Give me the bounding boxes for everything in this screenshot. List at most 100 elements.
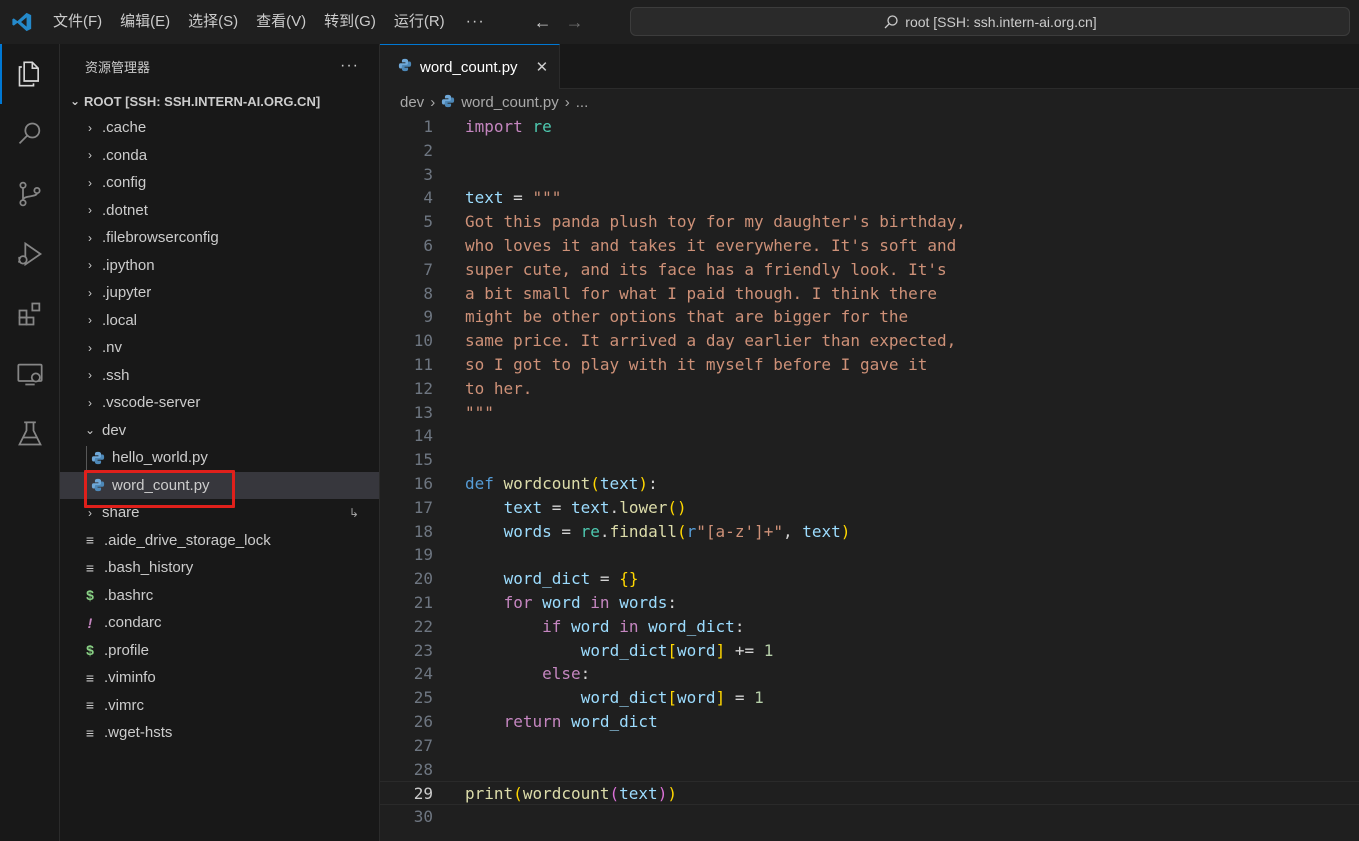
menu-selection[interactable]: 选择(S) (179, 0, 247, 44)
testing-icon[interactable] (0, 404, 60, 464)
line-number: 11 (413, 354, 433, 374)
more-menu-icon[interactable]: ··· (454, 13, 497, 31)
close-icon[interactable]: ✕ (536, 58, 549, 76)
chevron-right-icon: › (88, 368, 92, 383)
code-text: Got this panda plush toy for my daughter… (465, 212, 966, 232)
code-line[interactable]: 7 super cute, and its face has a friendly… (380, 258, 1359, 282)
tab-word-count[interactable]: word_count.py ✕ (380, 44, 560, 89)
code-line[interactable]: 12 to her. (380, 377, 1359, 401)
menu-file[interactable]: 文件(F) (44, 0, 111, 44)
code-editor[interactable]: 1 import re 2 3 4 text = """ 5 Got this panda p… (380, 115, 1359, 841)
folder-item-dev[interactable]: ⌄ dev (60, 417, 379, 445)
line-number: 20 (413, 569, 433, 589)
folder-item[interactable]: › .filebrowserconfig (60, 224, 379, 252)
folder-item[interactable]: › .jupyter (60, 279, 379, 307)
code-line[interactable]: 20 word_dict = {} (380, 567, 1359, 591)
chevron-right-icon: › (88, 120, 92, 135)
file-item[interactable]: $ .bashrc (60, 582, 379, 610)
file-item[interactable]: ≡ .aide_drive_storage_lock (60, 527, 379, 555)
code-line[interactable]: 23 word_dict[word] += 1 (380, 639, 1359, 663)
file-item[interactable]: ! .condarc (60, 609, 379, 637)
back-arrow-icon[interactable]: ← (527, 7, 559, 37)
explorer-icon[interactable] (0, 44, 60, 104)
code-line[interactable]: 29 print(wordcount(text)) (380, 781, 1359, 806)
line-number: 18 (413, 521, 433, 541)
folder-item[interactable]: › .local (60, 307, 379, 335)
source-control-icon[interactable] (0, 164, 60, 224)
folder-item[interactable]: › .nv (60, 334, 379, 362)
line-number: 27 (413, 735, 433, 755)
nav-arrows: ← → (527, 7, 591, 37)
code-line[interactable]: 14 (380, 424, 1359, 448)
menu-edit[interactable]: 编辑(E) (111, 0, 179, 44)
code-line[interactable]: 25 word_dict[word] = 1 (380, 686, 1359, 710)
code-line[interactable]: 4 text = """ (380, 186, 1359, 210)
code-line[interactable]: 19 (380, 543, 1359, 567)
code-line[interactable]: 11 so I got to play with it myself before… (380, 353, 1359, 377)
code-text: def wordcount(text): (465, 473, 658, 493)
lines-icon: ≡ (85, 669, 95, 686)
explorer-more-icon[interactable]: ··· (340, 57, 359, 75)
code-line[interactable]: 8 a bit small for what I paid though. I t… (380, 282, 1359, 306)
python-file-icon (398, 58, 412, 76)
code-line[interactable]: 26 return word_dict (380, 710, 1359, 734)
chevron-right-icon: › (88, 340, 92, 355)
menu-run[interactable]: 运行(R) (385, 0, 454, 44)
folder-item[interactable]: › .dotnet (60, 197, 379, 225)
code-line[interactable]: 17 text = text.lower() (380, 496, 1359, 520)
remote-explorer-icon[interactable] (0, 344, 60, 404)
folder-item[interactable]: › .cache (60, 114, 379, 142)
code-line[interactable]: 2 (380, 139, 1359, 163)
code-line[interactable]: 6 who loves it and takes it everywhere. I… (380, 234, 1359, 258)
menu-go[interactable]: 转到(G) (315, 0, 385, 44)
code-line[interactable]: 16 def wordcount(text): (380, 472, 1359, 496)
folder-item[interactable]: › .ipython (60, 252, 379, 280)
code-line[interactable]: 15 (380, 448, 1359, 472)
search-icon[interactable] (0, 104, 60, 164)
lines-icon: ≡ (85, 697, 95, 714)
code-line[interactable]: 24 else: (380, 662, 1359, 686)
command-center[interactable]: root [SSH: ssh.intern-ai.org.cn] (630, 7, 1350, 36)
file-item[interactable]: hello_world.py (60, 444, 379, 472)
menu-view[interactable]: 查看(V) (247, 0, 315, 44)
breadcrumb-more[interactable]: ... (576, 94, 589, 111)
code-line[interactable]: 27 (380, 734, 1359, 758)
folder-item[interactable]: › .vscode-server (60, 389, 379, 417)
root-label: ROOT [SSH: SSH.INTERN-AI.ORG.CN] (84, 93, 321, 109)
file-item[interactable]: ≡ .vimrc (60, 692, 379, 720)
code-line[interactable]: 13 """ (380, 401, 1359, 425)
breadcrumb-folder[interactable]: dev (400, 94, 424, 111)
file-item[interactable]: ≡ .viminfo (60, 664, 379, 692)
folder-item[interactable]: › .conda (60, 142, 379, 170)
code-line[interactable]: 5 Got this panda plush toy for my daughte… (380, 210, 1359, 234)
code-text: might be other options that are bigger f… (465, 307, 909, 327)
code-line[interactable]: 10 same price. It arrived a day earlier t… (380, 329, 1359, 353)
chevron-right-icon: › (564, 94, 570, 111)
code-text: same price. It arrived a day earlier tha… (465, 331, 957, 351)
code-line[interactable]: 30 (380, 805, 1359, 829)
explorer-root[interactable]: ⌄ ROOT [SSH: SSH.INTERN-AI.ORG.CN] (60, 88, 379, 114)
line-number: 21 (413, 592, 433, 612)
file-item[interactable]: ≡ .bash_history (60, 554, 379, 582)
code-text: to her. (465, 378, 533, 398)
breadcrumb-file[interactable]: word_count.py (461, 94, 559, 111)
code-line[interactable]: 28 (380, 758, 1359, 782)
forward-arrow-icon[interactable]: → (559, 7, 591, 37)
folder-item[interactable]: › .ssh (60, 362, 379, 390)
code-line[interactable]: 22 if word in word_dict: (380, 615, 1359, 639)
extensions-icon[interactable] (0, 284, 60, 344)
line-number: 6 (423, 235, 433, 255)
code-line[interactable]: 18 words = re.findall(r"[a-z']+", text) (380, 520, 1359, 544)
file-item[interactable]: $ .profile (60, 637, 379, 665)
chevron-right-icon: › (88, 203, 92, 218)
code-line[interactable]: 9 might be other options that are bigger … (380, 305, 1359, 329)
code-line[interactable]: 3 (380, 163, 1359, 187)
run-debug-icon[interactable] (0, 224, 60, 284)
tab-bar: word_count.py ✕ (380, 44, 1359, 89)
code-line[interactable]: 1 import re (380, 115, 1359, 139)
file-item[interactable]: ≡ .wget-hsts (60, 719, 379, 747)
folder-item[interactable]: › .config (60, 169, 379, 197)
tab-label: word_count.py (420, 58, 518, 76)
code-line[interactable]: 21 for word in words: (380, 591, 1359, 615)
line-number: 24 (413, 664, 433, 684)
